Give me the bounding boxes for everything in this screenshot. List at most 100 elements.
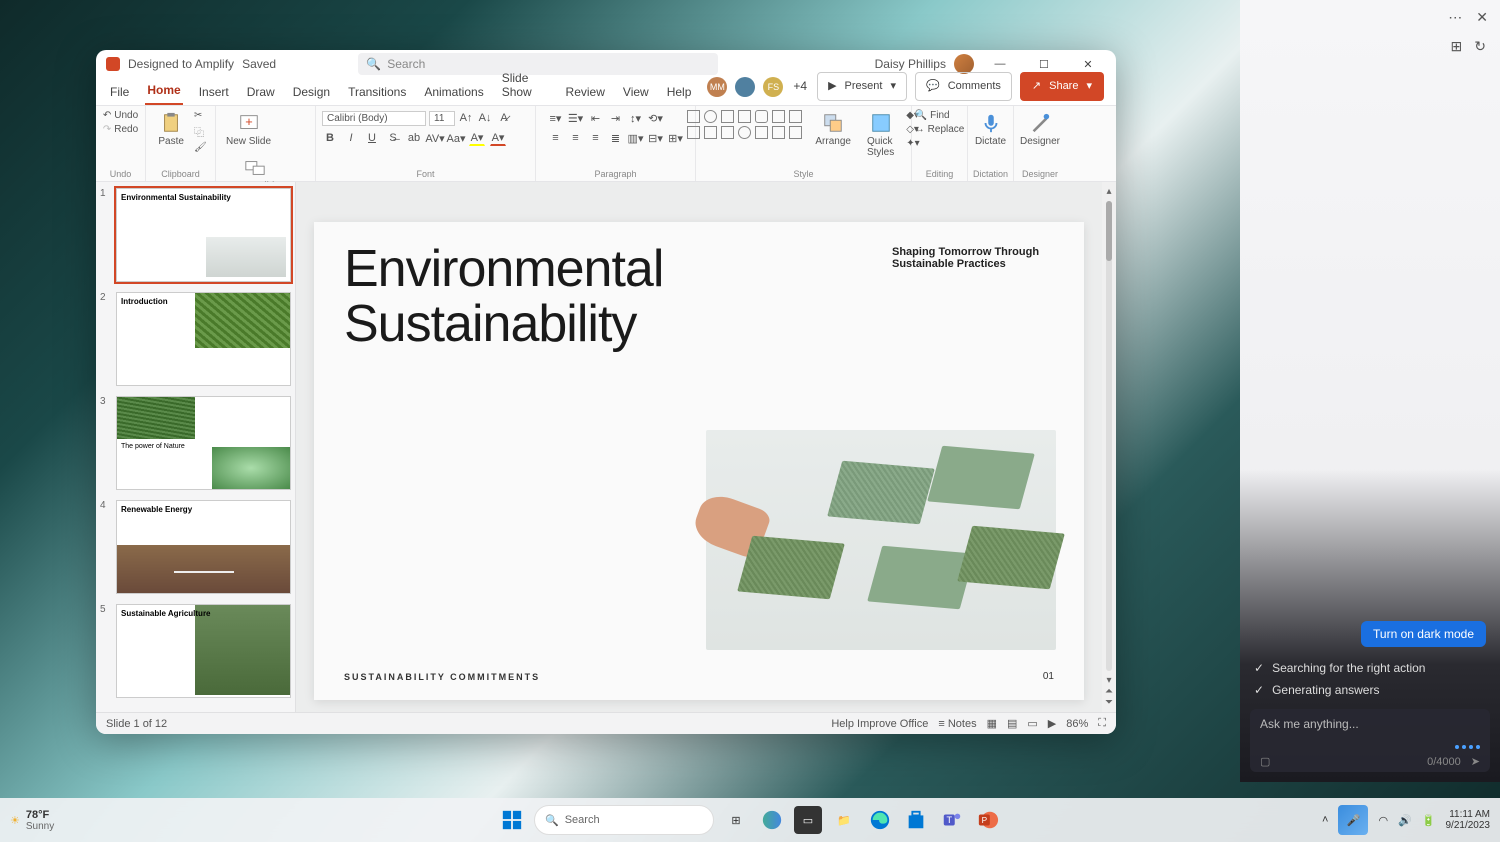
underline-button[interactable]: U xyxy=(364,130,380,146)
collaborator-avatar[interactable] xyxy=(735,77,755,97)
weather-widget[interactable]: ☀ 78°F Sunny xyxy=(10,809,54,832)
zoom-level[interactable]: 86% xyxy=(1066,718,1088,730)
text-direction-button[interactable]: ⟲▾ xyxy=(648,110,664,126)
numbering-button[interactable]: ☰▾ xyxy=(568,110,584,126)
copilot-tray-icon[interactable]: 🎤 xyxy=(1338,805,1368,835)
collaborator-count[interactable]: +4 xyxy=(791,75,809,99)
tab-file[interactable]: File xyxy=(108,81,131,105)
thumbnail-1[interactable]: 1 Environmental Sustainability xyxy=(100,188,291,282)
notes-button[interactable]: ≡ Notes xyxy=(938,718,976,730)
columns-button[interactable]: ▥▾ xyxy=(628,130,644,146)
format-painter-button[interactable]: 🖌 xyxy=(194,142,207,153)
start-button[interactable] xyxy=(498,806,526,834)
quick-styles-button[interactable]: Quick Styles xyxy=(863,110,898,160)
replace-button[interactable]: ↔ Replace xyxy=(915,124,965,135)
tab-transitions[interactable]: Transitions xyxy=(346,81,408,105)
paste-button[interactable]: Paste xyxy=(154,110,188,149)
slide-image[interactable] xyxy=(706,430,1056,650)
reading-view-icon[interactable]: ▭ xyxy=(1027,717,1037,730)
wifi-icon[interactable]: ◠ xyxy=(1378,814,1388,827)
slide-canvas[interactable]: Environmental Sustainability Shaping Tom… xyxy=(296,182,1102,712)
current-slide[interactable]: Environmental Sustainability Shaping Tom… xyxy=(314,222,1084,700)
taskbar-search[interactable]: 🔍Search xyxy=(534,805,714,835)
align-text-button[interactable]: ⊟▾ xyxy=(648,130,664,146)
tab-review[interactable]: Review xyxy=(564,81,607,105)
layout-icon[interactable]: ⊞ xyxy=(1451,38,1463,55)
shapes-gallery[interactable] xyxy=(687,110,803,139)
folder-icon[interactable]: 📁 xyxy=(830,806,858,834)
tab-home[interactable]: Home xyxy=(145,79,182,105)
decrease-indent-button[interactable]: ⇤ xyxy=(588,110,604,126)
clock[interactable]: 11:11 AM 9/21/2023 xyxy=(1446,809,1491,831)
close-icon[interactable]: ✕ xyxy=(1476,9,1488,26)
edge-icon[interactable] xyxy=(866,806,894,834)
scroll-down-icon[interactable]: ▾ xyxy=(1106,675,1111,686)
copilot-input-field[interactable]: Ask me anything... xyxy=(1260,717,1480,745)
store-icon[interactable] xyxy=(902,806,930,834)
cut-button[interactable]: ✂ xyxy=(194,110,207,121)
more-icon[interactable]: ⋯ xyxy=(1448,9,1462,26)
increase-font-button[interactable]: A↑ xyxy=(458,110,474,126)
battery-icon[interactable]: 🔋 xyxy=(1422,814,1436,827)
redo-button[interactable]: ↷ Redo xyxy=(103,124,138,135)
thumbnail-2[interactable]: 2 Introduction xyxy=(100,292,291,386)
image-input-icon[interactable]: ▢ xyxy=(1260,755,1270,768)
designer-button[interactable]: Designer xyxy=(1016,110,1064,149)
copilot-input-box[interactable]: Ask me anything... ▢ 0/4000 ➤ xyxy=(1250,709,1490,772)
highlight-button[interactable]: A▾ xyxy=(469,130,485,146)
fit-to-window-icon[interactable]: ⛶ xyxy=(1098,717,1106,730)
present-button[interactable]: ▶Present▾ xyxy=(817,72,907,101)
help-improve-link[interactable]: Help Improve Office xyxy=(831,718,928,730)
thumbnail-3[interactable]: 3 The power of Nature xyxy=(100,396,291,490)
find-button[interactable]: 🔍 Find xyxy=(915,110,965,121)
next-slide-icon[interactable]: ⏷ xyxy=(1105,697,1113,708)
undo-button[interactable]: ↶ Undo xyxy=(103,110,138,121)
tray-chevron-icon[interactable]: ˄ xyxy=(1322,814,1328,826)
slideshow-view-icon[interactable]: ▶ xyxy=(1048,717,1056,730)
copy-button[interactable]: ⿻ xyxy=(194,124,207,139)
font-name-select[interactable]: Calibri (Body) xyxy=(322,111,426,126)
line-spacing-button[interactable]: ↕▾ xyxy=(628,110,644,126)
tab-view[interactable]: View xyxy=(621,81,651,105)
change-case-button[interactable]: Aa▾ xyxy=(448,130,464,146)
share-button[interactable]: ↗Share▾ xyxy=(1020,72,1104,101)
thumbnail-4[interactable]: 4 Renewable Energy xyxy=(100,500,291,594)
justify-button[interactable]: ≣ xyxy=(608,130,624,146)
bold-button[interactable]: B xyxy=(322,130,338,146)
clear-format-button[interactable]: A̷ xyxy=(496,110,512,126)
tab-insert[interactable]: Insert xyxy=(197,81,231,105)
thumbnail-5[interactable]: 5 Sustainable Agriculture xyxy=(100,604,291,698)
align-center-button[interactable]: ≡ xyxy=(568,130,584,146)
align-left-button[interactable]: ≡ xyxy=(548,130,564,146)
tab-animations[interactable]: Animations xyxy=(422,81,485,105)
collaborator-avatar[interactable]: MM xyxy=(707,77,727,97)
new-slide-button[interactable]: +New Slide xyxy=(222,110,275,149)
collaborator-avatar[interactable]: FS xyxy=(763,77,783,97)
explorer-icon[interactable]: ▭ xyxy=(794,806,822,834)
vertical-scrollbar[interactable]: ▴ ▾ ⏶ ⏷ xyxy=(1102,182,1116,712)
smartart-button[interactable]: ⊞▾ xyxy=(668,130,684,146)
italic-button[interactable]: I xyxy=(343,130,359,146)
slide-subtitle-text[interactable]: Shaping Tomorrow Through Sustainable Pra… xyxy=(892,246,1052,270)
tab-slideshow[interactable]: Slide Show xyxy=(500,67,550,105)
decrease-font-button[interactable]: A↓ xyxy=(477,110,493,126)
font-size-select[interactable]: 11 xyxy=(429,111,455,126)
dictate-button[interactable]: Dictate xyxy=(971,110,1010,149)
normal-view-icon[interactable]: ▦ xyxy=(987,717,997,730)
font-color-button[interactable]: A▾ xyxy=(490,130,506,146)
increase-indent-button[interactable]: ⇥ xyxy=(608,110,624,126)
tab-help[interactable]: Help xyxy=(665,81,694,105)
char-spacing-button[interactable]: AV▾ xyxy=(427,130,443,146)
teams-icon[interactable]: T xyxy=(938,806,966,834)
align-right-button[interactable]: ≡ xyxy=(588,130,604,146)
powerpoint-taskbar-icon[interactable]: P xyxy=(974,806,1002,834)
shadow-button[interactable]: ab xyxy=(406,130,422,146)
copilot-taskbar-icon[interactable] xyxy=(758,806,786,834)
volume-icon[interactable]: 🔊 xyxy=(1398,814,1412,827)
strike-button[interactable]: S̶ xyxy=(385,130,401,146)
arrange-button[interactable]: Arrange xyxy=(811,110,855,149)
scroll-up-icon[interactable]: ▴ xyxy=(1106,186,1111,197)
tab-draw[interactable]: Draw xyxy=(245,81,277,105)
comments-button[interactable]: 💬Comments xyxy=(915,72,1012,101)
sorter-view-icon[interactable]: ▤ xyxy=(1007,717,1017,730)
